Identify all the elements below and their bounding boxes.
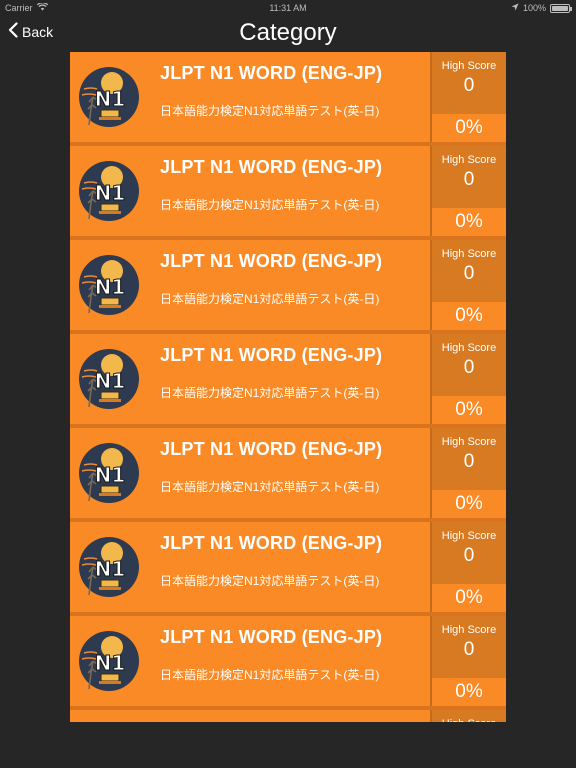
category-list[interactable]: N1 JLPT N1 WORD (ENG-JP) 日本語能力検定N1対応単語テス… (70, 52, 506, 722)
icon-text: N1 (95, 87, 126, 111)
high-score-label: High Score (441, 436, 497, 448)
category-row-4[interactable]: N1 JLPT N1 WORD (ENG-JP) 日本語能力検定N1対応単語テス… (70, 334, 506, 428)
score-panel: High Score 0 0% (430, 334, 506, 424)
score-panel: High Score 0 0% (430, 146, 506, 236)
category-main[interactable]: N1 JLPT N1 WORD (ENG-JP) 日本語能力検定N1対応単語テス… (70, 428, 430, 518)
category-subtitle: 日本語能力検定N1対応単語テスト(英-日) (160, 104, 380, 118)
category-row-1[interactable]: N1 JLPT N1 WORD (ENG-JP) 日本語能力検定N1対応単語テス… (70, 52, 506, 146)
category-subtitle: 日本語能力検定N1対応単語テスト(英-日) (160, 668, 380, 682)
n1-lantern-icon: N1 (79, 349, 139, 409)
score-panel: High Score 0 0% (430, 616, 506, 706)
icon-text: N1 (95, 557, 126, 581)
category-main[interactable]: N1 JLPT N1 WORD (ENG-JP) 日本語能力検定N1対応単語テス… (70, 52, 430, 142)
category-title: JLPT N1 WORD (ENG-JP) (160, 157, 383, 177)
category-title: JLPT N1 WORD (ENG-JP) (160, 251, 383, 271)
high-score-label: High Score (441, 154, 497, 166)
score-panel: High Score 0 0% (430, 522, 506, 612)
high-score-box: High Score 0 (432, 428, 506, 490)
icon-text: N1 (95, 275, 126, 299)
n1-lantern-icon: N1 (79, 631, 139, 691)
category-row-5[interactable]: N1 JLPT N1 WORD (ENG-JP) 日本語能力検定N1対応単語テス… (70, 428, 506, 522)
category-title: JLPT N1 WORD (ENG-JP) (160, 627, 383, 647)
high-score-value: 0 (463, 357, 475, 378)
category-subtitle: 日本語能力検定N1対応単語テスト(英-日) (160, 574, 380, 588)
high-score-label: High Score (441, 530, 497, 542)
high-score-box: High Score 0 (432, 522, 506, 584)
category-subtitle: 日本語能力検定N1対応単語テスト(英-日) (160, 480, 380, 494)
category-main[interactable]: N1 JLPT N1 WORD (ENG-JP) 日本語能力検定N1対応単語テス… (70, 710, 430, 722)
icon-text: N1 (95, 463, 126, 487)
status-right: 100% (511, 3, 572, 13)
location-icon (511, 3, 519, 13)
score-panel: High Score 0 0% (430, 240, 506, 330)
high-score-box: High Score 0 (432, 710, 506, 722)
category-row-6[interactable]: N1 JLPT N1 WORD (ENG-JP) 日本語能力検定N1対応単語テス… (70, 522, 506, 616)
icon-text: N1 (95, 651, 126, 675)
high-score-label: High Score (432, 718, 506, 722)
high-score-box: High Score 0 (432, 52, 506, 114)
category-row-3[interactable]: N1 JLPT N1 WORD (ENG-JP) 日本語能力検定N1対応単語テス… (70, 240, 506, 334)
category-row-2[interactable]: N1 JLPT N1 WORD (ENG-JP) 日本語能力検定N1対応単語テス… (70, 146, 506, 240)
category-subtitle: 日本語能力検定N1対応単語テスト(英-日) (160, 386, 380, 400)
category-main[interactable]: N1 JLPT N1 WORD (ENG-JP) 日本語能力検定N1対応単語テス… (70, 240, 430, 330)
category-title: JLPT N1 WORD (ENG-JP) (160, 533, 383, 553)
status-time: 11:31 AM (269, 3, 307, 13)
battery-percent: 100% (522, 3, 546, 13)
high-score-label: High Score (441, 248, 497, 260)
progress-percent: 0% (432, 114, 506, 142)
progress-percent: 0% (432, 490, 506, 518)
category-main[interactable]: N1 JLPT N1 WORD (ENG-JP) 日本語能力検定N1対応単語テス… (70, 522, 430, 612)
nav-bar: Back Category (0, 16, 576, 52)
category-title: JLPT N1 WORD (ENG-JP) (160, 345, 383, 365)
icon-text: N1 (95, 369, 126, 393)
category-title: JLPT N1 WORD (ENG-JP) (160, 721, 382, 722)
icon-text: N1 (95, 181, 126, 205)
high-score-label: High Score (441, 624, 497, 636)
n1-lantern-icon: N1 (79, 537, 139, 597)
n1-lantern-icon: N1 (79, 161, 139, 221)
high-score-label: High Score (441, 342, 497, 354)
progress-percent: 0% (432, 396, 506, 424)
category-subtitle: 日本語能力検定N1対応単語テスト(英-日) (160, 198, 380, 212)
category-main[interactable]: N1 JLPT N1 WORD (ENG-JP) 日本語能力検定N1対応単語テス… (70, 334, 430, 424)
status-bar: Carrier 11:31 AM 100% (0, 0, 576, 16)
category-row-8[interactable]: N1 JLPT N1 WORD (ENG-JP) 日本語能力検定N1対応単語テス… (70, 710, 506, 722)
high-score-label: High Score (441, 60, 497, 72)
n1-lantern-icon: N1 (79, 255, 139, 315)
n1-lantern-icon: N1 (79, 67, 139, 127)
score-panel: High Score 0 0% (430, 710, 506, 722)
battery-icon (550, 3, 572, 13)
high-score-value: 0 (463, 169, 475, 190)
high-score-value: 0 (463, 451, 475, 472)
progress-percent: 0% (432, 208, 506, 236)
progress-percent: 0% (432, 584, 506, 612)
category-main[interactable]: N1 JLPT N1 WORD (ENG-JP) 日本語能力検定N1対応単語テス… (70, 616, 430, 706)
high-score-value: 0 (463, 545, 475, 566)
score-panel: High Score 0 0% (430, 52, 506, 142)
category-main[interactable]: N1 JLPT N1 WORD (ENG-JP) 日本語能力検定N1対応単語テス… (70, 146, 430, 236)
high-score-box: High Score 0 (432, 240, 506, 302)
high-score-box: High Score 0 (432, 334, 506, 396)
high-score-box: High Score 0 (432, 146, 506, 208)
high-score-value: 0 (463, 75, 475, 96)
high-score-value: 0 (463, 263, 475, 284)
category-row-7[interactable]: N1 JLPT N1 WORD (ENG-JP) 日本語能力検定N1対応単語テス… (70, 616, 506, 710)
category-title: JLPT N1 WORD (ENG-JP) (160, 439, 383, 459)
progress-percent: 0% (432, 678, 506, 706)
high-score-box: High Score 0 (432, 616, 506, 678)
high-score-value: 0 (463, 639, 475, 660)
category-title: JLPT N1 WORD (ENG-JP) (160, 63, 383, 83)
page-title: Category (239, 19, 337, 46)
n1-lantern-icon: N1 (79, 443, 139, 503)
score-panel: High Score 0 0% (430, 428, 506, 518)
category-subtitle: 日本語能力検定N1対応単語テスト(英-日) (160, 292, 380, 306)
progress-percent: 0% (432, 302, 506, 330)
